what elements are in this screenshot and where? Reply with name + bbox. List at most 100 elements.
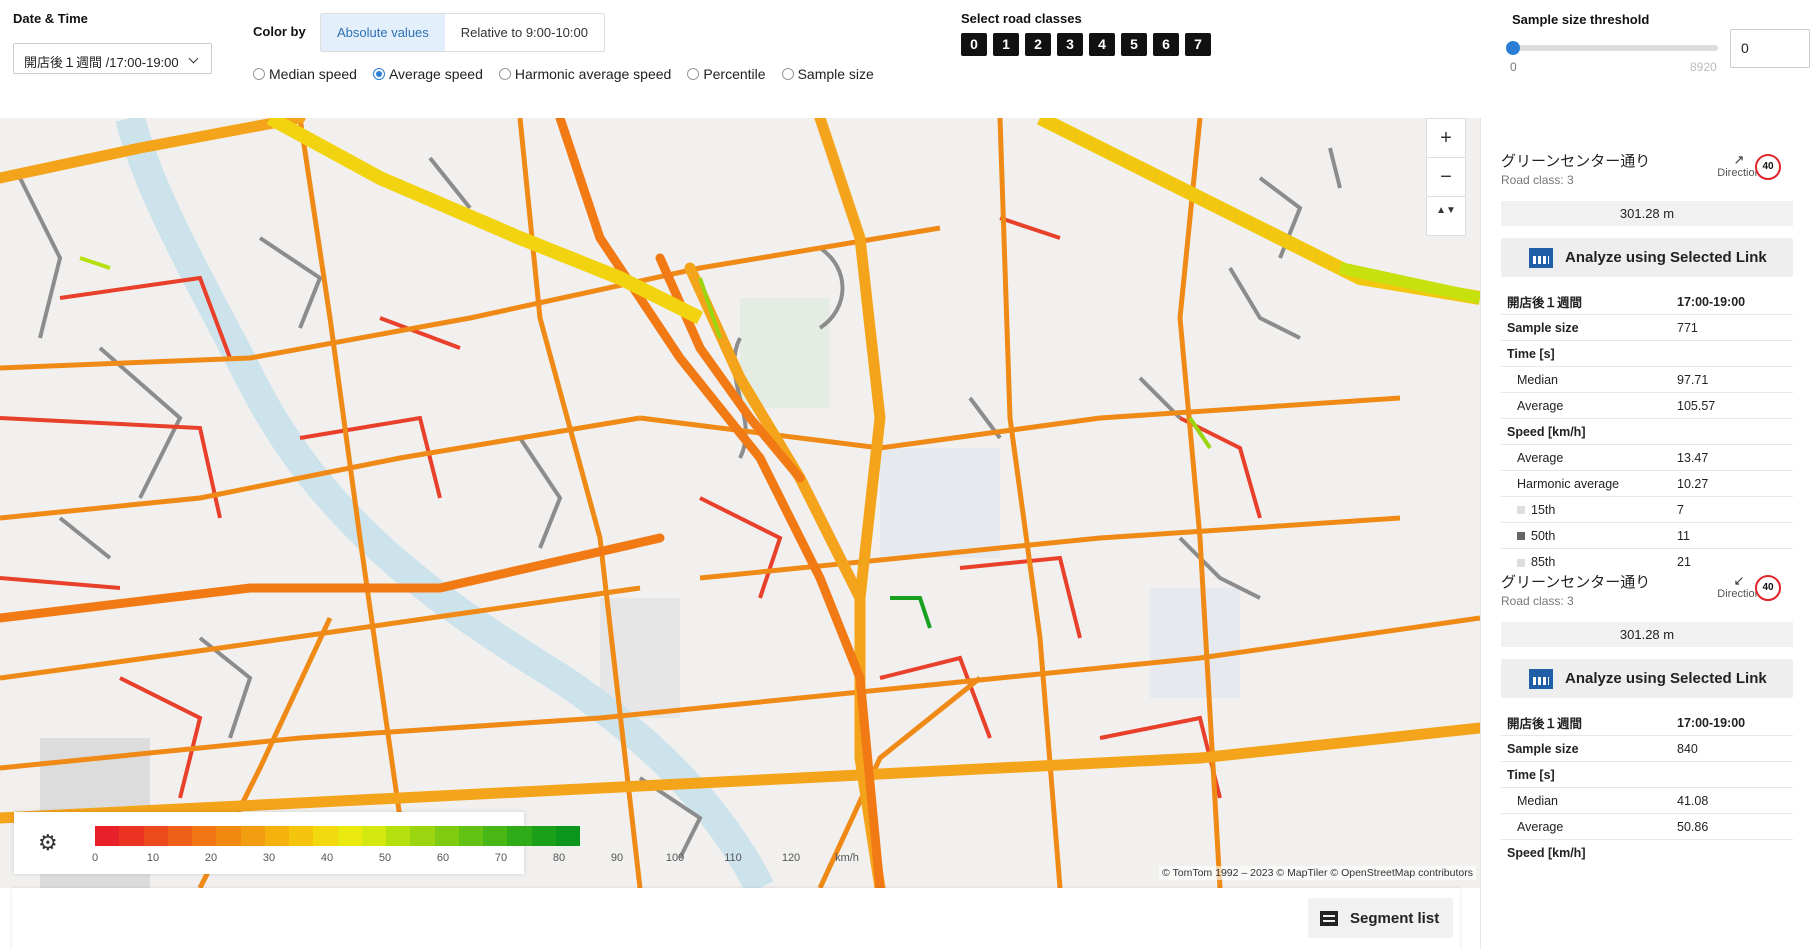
date-time-select[interactable]: 開店後１週間 /17:00-19:00: [13, 43, 212, 74]
color-by-label: Color by: [253, 24, 306, 39]
color-by-relative[interactable]: Relative to 9:00-10:00: [444, 14, 604, 51]
legend-swatch: [386, 826, 411, 846]
legend-swatch: [337, 826, 362, 846]
bottom-card: Segment list: [12, 888, 1460, 949]
stat-value: 50.86: [1677, 819, 1709, 834]
radio-harmonic-average-speed[interactable]: Harmonic average speed: [498, 66, 672, 82]
stat-value: 771: [1677, 320, 1698, 335]
stat-value: 41.08: [1677, 793, 1709, 808]
stat-row: Median 41.08: [1501, 788, 1793, 814]
stat-value: 17:00-19:00: [1677, 294, 1746, 309]
legend-tick: 110: [724, 852, 742, 864]
percentile-50-swatch: [1517, 532, 1525, 541]
road-class-3[interactable]: 3: [1057, 33, 1083, 56]
stats-table: 開店後１週間 17:00-19:00 Sample size 840 Time [s…: [1501, 710, 1793, 866]
link-card: グリーンセンター通り Road class: 3 ↗ Direction 40 …: [1501, 150, 1793, 569]
radio-average-speed[interactable]: Average speed: [372, 66, 483, 82]
legend-swatch: [483, 826, 508, 846]
stat-row: Median 97.71: [1501, 367, 1793, 393]
toolbar: Date & Time 開店後１週間 /17:00-19:00 Color by…: [0, 0, 1812, 118]
stat-group-row: Time [s]: [1501, 762, 1793, 788]
segment-list-button[interactable]: Segment list: [1308, 898, 1453, 938]
stat-key: Speed [km/h]: [1507, 424, 1586, 439]
app-root: Date & Time 開店後１週間 /17:00-19:00 Color by…: [0, 0, 1812, 949]
color-by-absolute[interactable]: Absolute values: [321, 14, 445, 51]
speed-map[interactable]: + − ▲▼ © TomTom 1992 – 2023 © MapTiler ©…: [0, 118, 1480, 888]
stat-group-row: Speed [km/h]: [1501, 840, 1793, 866]
threshold-input[interactable]: 0: [1730, 29, 1810, 68]
list-icon: [1320, 910, 1338, 926]
legend-unit: km/h: [835, 852, 859, 864]
threshold-slider[interactable]: [1506, 41, 1718, 55]
stat-row: Sample size 840: [1501, 736, 1793, 762]
od-matrix-icon: [1529, 668, 1553, 689]
color-by-toggle: Absolute values Relative to 9:00-10:00: [320, 13, 605, 52]
map-attribution[interactable]: © TomTom 1992 – 2023 © MapTiler © OpenSt…: [1159, 866, 1476, 880]
speed-legend: ⚙ 0 10 20 30 40 50 60 70 80 90 100 110 1…: [14, 812, 859, 874]
radio-dot: [687, 68, 700, 80]
radio-dot: [781, 68, 794, 80]
stat-group-row: Speed [km/h]: [1501, 419, 1793, 445]
stat-key: 50th: [1531, 528, 1556, 543]
road-class-0[interactable]: 0: [961, 33, 987, 56]
road-class: Road class: 3: [1501, 594, 1574, 608]
road-name: グリーンセンター通り: [1501, 574, 1651, 591]
legend-swatch: [264, 826, 289, 846]
radio-median-speed[interactable]: Median speed: [253, 66, 357, 82]
legend-tick: 100: [665, 852, 685, 864]
stats-header-row: 開店後１週間 17:00-19:00: [1501, 289, 1793, 315]
legend-tick: 80: [552, 852, 566, 864]
stat-value: 17:00-19:00: [1677, 715, 1746, 730]
map-canvas[interactable]: [0, 118, 1480, 888]
zoom-out-button[interactable]: −: [1426, 157, 1466, 197]
date-time-label: Date & Time: [13, 11, 88, 26]
speed-limit-badge: 40: [1755, 154, 1781, 180]
radio-percentile[interactable]: Percentile: [687, 66, 766, 82]
legend-swatch: [531, 826, 556, 846]
stat-row: Average 105.57: [1501, 393, 1793, 419]
stat-key: Median: [1517, 793, 1558, 808]
legend-swatch: [192, 826, 217, 846]
gear-icon[interactable]: ⚙: [38, 832, 60, 854]
stats-header-row: 開店後１週間 17:00-19:00: [1501, 710, 1793, 736]
road-class-6[interactable]: 6: [1153, 33, 1179, 56]
stat-key: Sample size: [1507, 741, 1579, 756]
zoom-in-button[interactable]: +: [1426, 118, 1466, 158]
analyze-selected-link-button[interactable]: Analyze using Selected Link: [1501, 238, 1793, 277]
legend-swatch: [167, 826, 192, 846]
road-class-2[interactable]: 2: [1025, 33, 1051, 56]
analyze-selected-link-button[interactable]: Analyze using Selected Link: [1501, 659, 1793, 698]
legend-tick: 50: [378, 852, 392, 864]
legend-tick: 70: [494, 852, 508, 864]
stat-row: 50th 11: [1501, 523, 1793, 549]
compass-icon[interactable]: ▲▼: [1426, 196, 1466, 236]
legend-swatch: [507, 826, 532, 846]
slider-handle[interactable]: [1506, 41, 1520, 55]
radio-label: Median speed: [269, 66, 357, 82]
legend-tick: 40: [320, 852, 334, 864]
road-class-7[interactable]: 7: [1185, 33, 1211, 56]
slider-min-label: 0: [1510, 60, 1517, 74]
legend-swatch: [555, 826, 580, 846]
radio-dot: [372, 68, 385, 80]
radio-label: Harmonic average speed: [514, 66, 672, 82]
legend-swatch: [95, 826, 120, 846]
legend-tick: 30: [262, 852, 276, 864]
stat-key: Sample size: [1507, 320, 1579, 335]
radio-dot: [498, 68, 511, 80]
road-class: Road class: 3: [1501, 173, 1574, 187]
stat-value: 11: [1677, 528, 1690, 543]
road-class-5[interactable]: 5: [1121, 33, 1147, 56]
road-class-1[interactable]: 1: [993, 33, 1019, 56]
segment-list-label: Segment list: [1350, 909, 1440, 927]
stat-key: 開店後１週間: [1507, 296, 1583, 310]
radio-sample-size[interactable]: Sample size: [781, 66, 874, 82]
road-class-4[interactable]: 4: [1089, 33, 1115, 56]
legend-tick: 90: [610, 852, 624, 864]
stat-key: Time [s]: [1507, 767, 1555, 782]
od-matrix-icon: [1529, 247, 1553, 268]
analyze-label: Analyze using Selected Link: [1565, 670, 1767, 687]
link-details-panel[interactable]: グリーンセンター通り Road class: 3 ↗ Direction 40 …: [1480, 118, 1812, 949]
legend-swatch: [434, 826, 459, 846]
road-classes-label: Select road classes: [961, 11, 1082, 26]
